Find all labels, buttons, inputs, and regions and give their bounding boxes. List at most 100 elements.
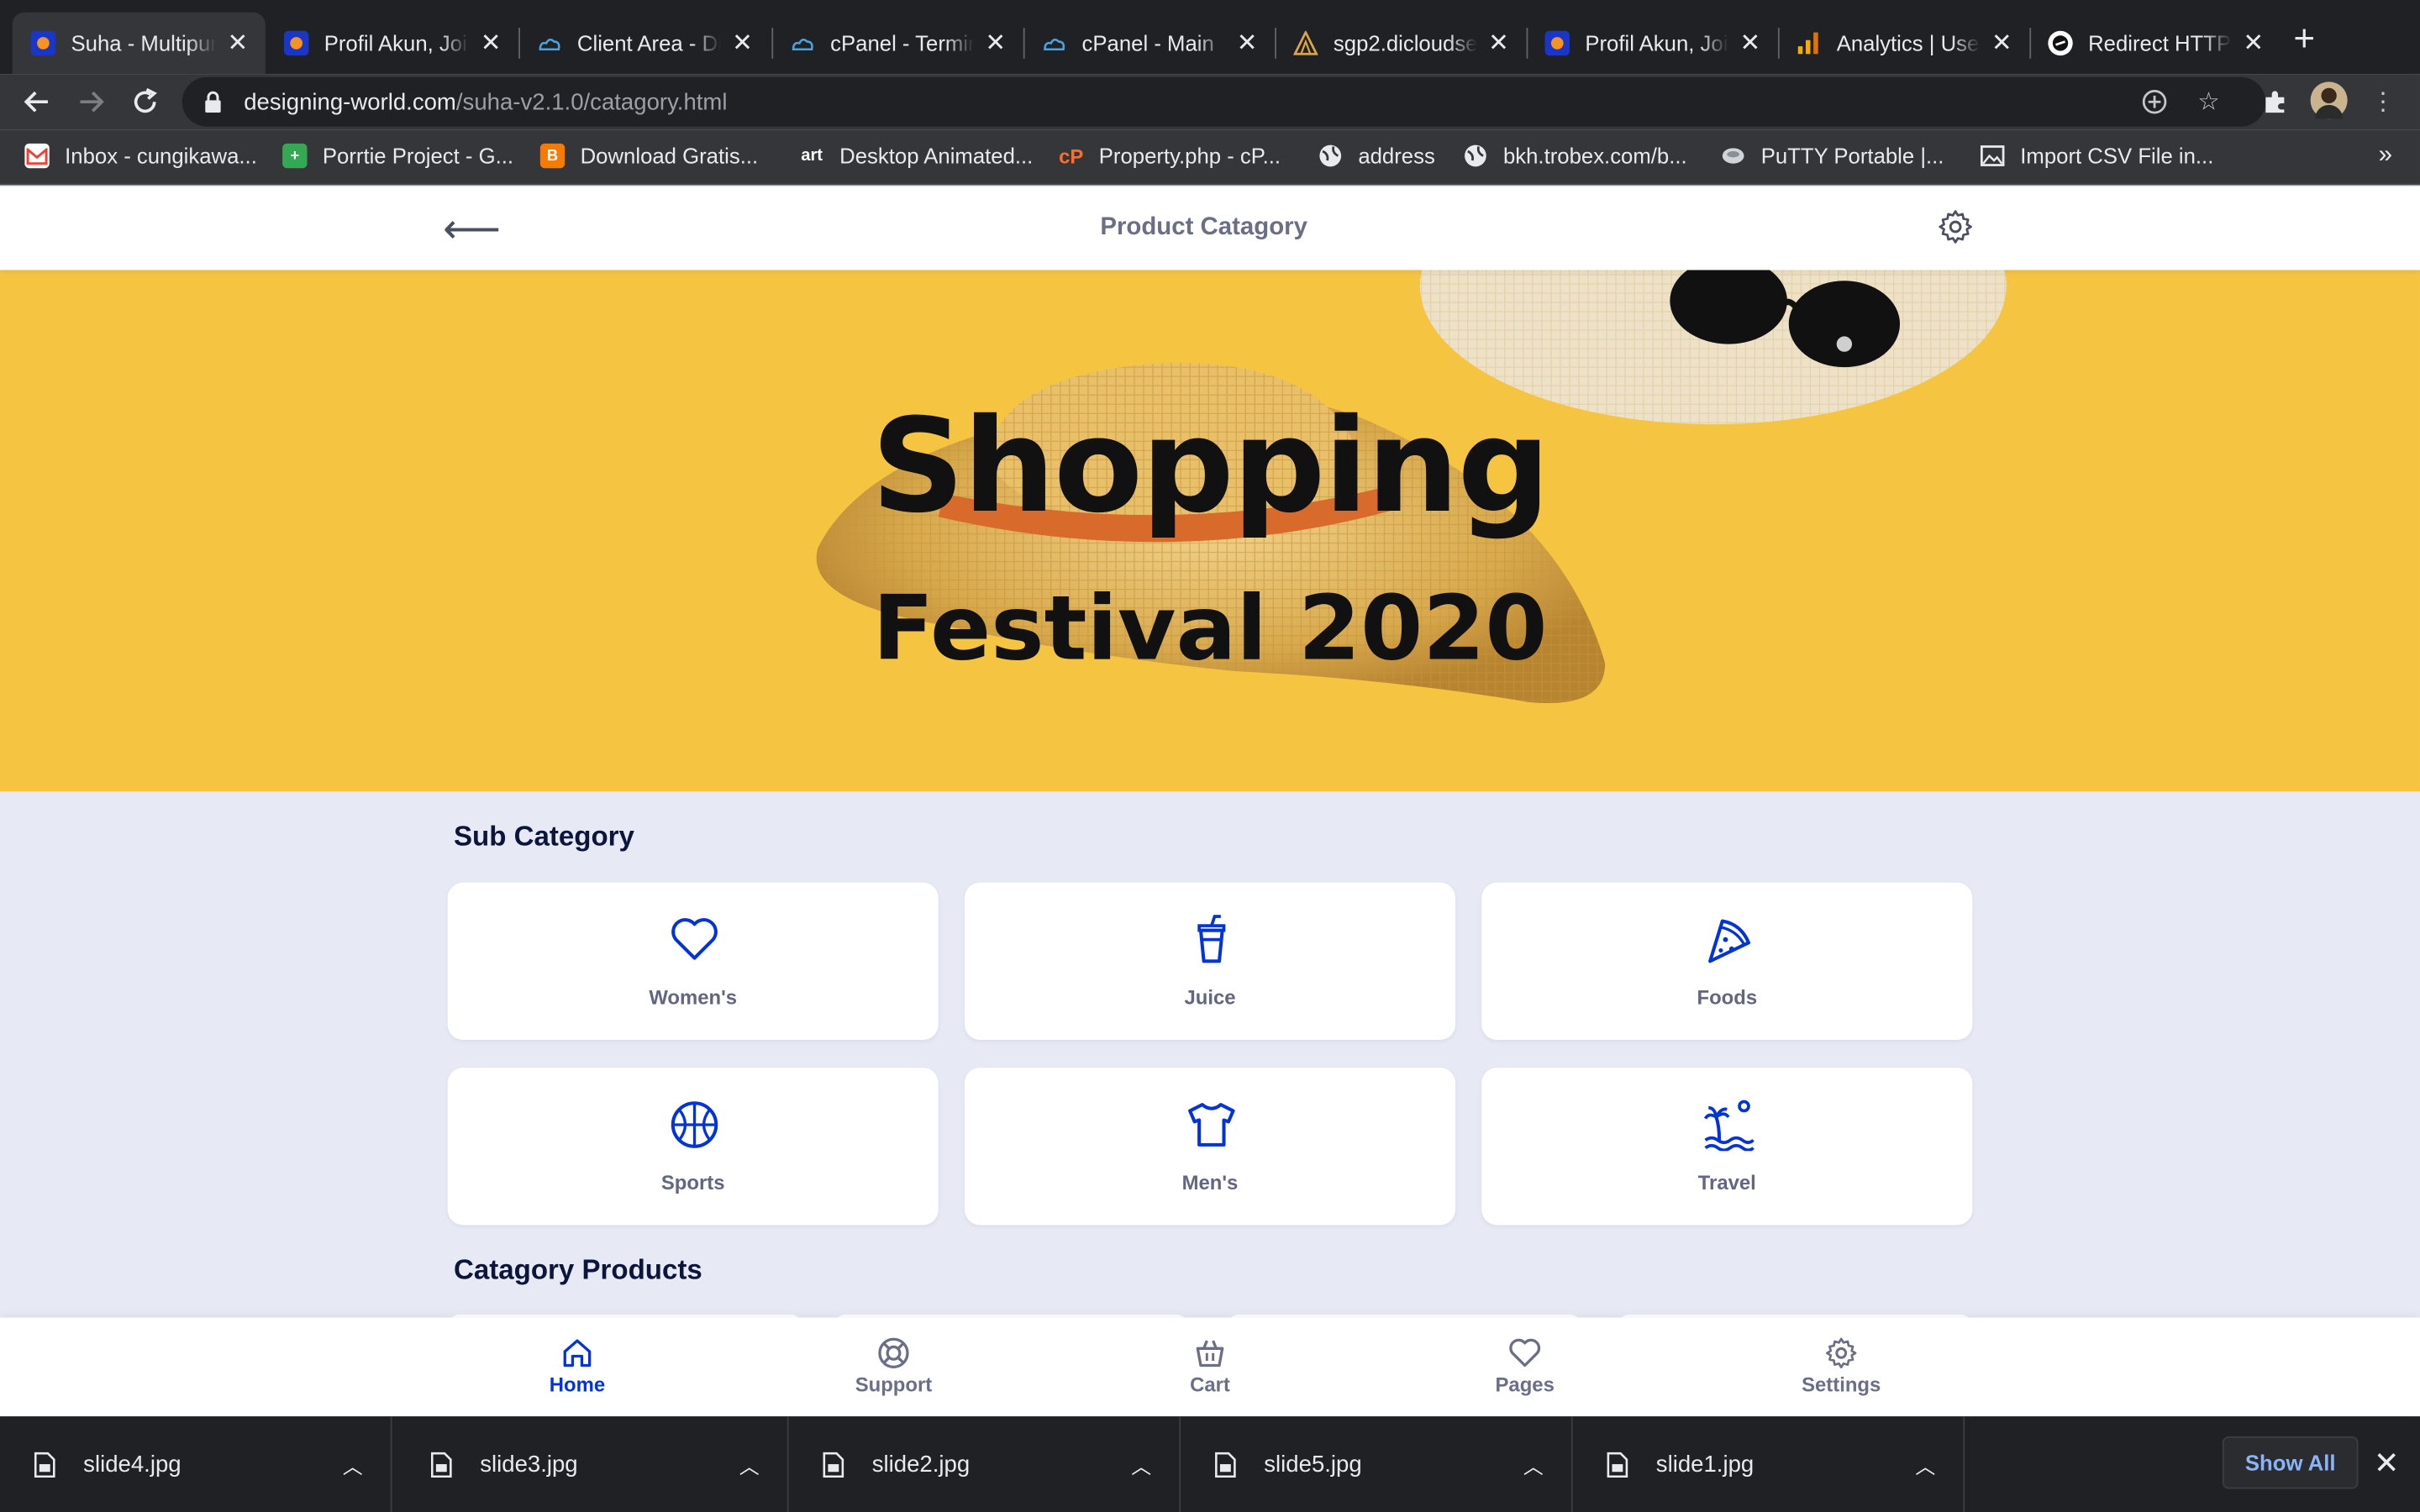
close-icon[interactable]: ✕ bbox=[2374, 1444, 2400, 1483]
tab-title: sgp2.dicloudserver bbox=[1333, 30, 1477, 56]
nav-support[interactable]: Support bbox=[817, 1336, 971, 1397]
bookmark-item[interactable]: bkh.trobex.com/b... bbox=[1463, 144, 1687, 168]
category-card-foods[interactable]: Foods bbox=[1481, 882, 1973, 1040]
analytics-favicon bbox=[1797, 31, 1821, 55]
bookmark-star-icon[interactable]: ☆ bbox=[2193, 87, 2224, 118]
tab-sgp2[interactable]: sgp2.dicloudserver ✕ bbox=[1275, 13, 1526, 74]
profile-avatar[interactable] bbox=[2310, 81, 2348, 119]
chevron-up-icon[interactable]: ︿ bbox=[343, 1451, 363, 1480]
category-card-womens[interactable]: Women's bbox=[447, 882, 939, 1040]
download-filename: slide2.jpg bbox=[871, 1451, 971, 1478]
menu-kebab-icon[interactable]: ⋮ bbox=[2368, 87, 2399, 118]
file-icon bbox=[34, 1451, 55, 1478]
bookmark-label: address bbox=[1358, 143, 1435, 169]
bookmark-item[interactable]: + Porrtie Project - G... bbox=[282, 143, 514, 169]
bookmark-item[interactable]: Import CSV File in... bbox=[1980, 144, 2213, 168]
tshirt-icon bbox=[1188, 1103, 1235, 1147]
nav-label: Support bbox=[855, 1373, 933, 1397]
close-icon[interactable]: ✕ bbox=[478, 28, 502, 59]
bookmark-item[interactable]: address bbox=[1318, 144, 1435, 168]
tab-analytics[interactable]: Analytics | Users ✕ bbox=[1778, 13, 2029, 74]
reload-icon[interactable] bbox=[124, 81, 166, 123]
hero-title-line1: Shopping bbox=[871, 390, 1550, 542]
bookmark-label: Inbox - cungikawa... bbox=[65, 143, 257, 169]
lock-icon bbox=[205, 91, 221, 113]
category-label: Sports bbox=[660, 1171, 725, 1194]
more-bookmarks-chevron-icon[interactable]: » bbox=[2379, 142, 2392, 170]
chevron-up-icon[interactable]: ︿ bbox=[1523, 1451, 1544, 1480]
download-item[interactable]: slide2.jpg ︿ bbox=[789, 1416, 1181, 1512]
back-arrow-icon[interactable] bbox=[15, 81, 58, 123]
bookmark-item[interactable]: PuTTY Portable |... bbox=[1721, 144, 1944, 168]
lifebuoy-icon bbox=[878, 1337, 909, 1368]
install-app-icon[interactable] bbox=[2139, 87, 2170, 118]
tab-cpanel-terminal[interactable]: cPanel - Terminal ✕ bbox=[771, 13, 1023, 74]
download-item[interactable]: slide4.jpg ︿ bbox=[0, 1416, 392, 1512]
download-filename: slide4.jpg bbox=[83, 1451, 182, 1478]
tab-cpanel-main[interactable]: cPanel - Main ✕ bbox=[1023, 13, 1275, 74]
close-icon[interactable]: ✕ bbox=[2241, 28, 2265, 59]
cloud-favicon bbox=[1042, 31, 1066, 55]
close-icon[interactable]: ✕ bbox=[1738, 28, 1762, 59]
close-icon[interactable]: ✕ bbox=[1234, 28, 1259, 59]
forward-arrow-icon[interactable] bbox=[70, 81, 113, 123]
bookmark-label: Porrtie Project - G... bbox=[322, 143, 514, 169]
bookmark-item[interactable]: art Desktop Animated... bbox=[799, 143, 1034, 169]
category-card-travel[interactable]: Travel bbox=[1481, 1068, 1973, 1226]
gear-icon[interactable] bbox=[1937, 208, 1974, 245]
tab-suha[interactable]: Suha - Multipurpose ✕ bbox=[12, 12, 266, 75]
extensions-puzzle-icon[interactable] bbox=[2260, 87, 2291, 118]
hero-banner[interactable]: Shopping Festival 2020 bbox=[0, 270, 2420, 792]
download-filename: slide3.jpg bbox=[480, 1451, 578, 1478]
category-label: Men's bbox=[1181, 1171, 1239, 1194]
nav-cart[interactable]: Cart bbox=[1133, 1336, 1287, 1397]
nav-label: Pages bbox=[1495, 1373, 1555, 1397]
tab-title: Redirect HTTP bbox=[2088, 30, 2232, 56]
close-icon[interactable]: ✕ bbox=[225, 28, 250, 59]
close-icon[interactable]: ✕ bbox=[983, 28, 1007, 59]
download-item[interactable]: slide1.jpg ︿ bbox=[1573, 1416, 1965, 1512]
close-icon[interactable]: ✕ bbox=[1486, 28, 1511, 59]
heart-icon bbox=[671, 918, 718, 960]
category-label: Foods bbox=[1697, 985, 1758, 1010]
bookmark-item[interactable]: cP Property.php - cP... bbox=[1058, 143, 1281, 169]
close-icon[interactable]: ✕ bbox=[1990, 28, 2014, 59]
nav-home[interactable]: Home bbox=[500, 1336, 655, 1396]
category-card-sports[interactable]: Sports bbox=[447, 1068, 939, 1226]
cloud-favicon bbox=[790, 31, 814, 55]
tab-title: Client Area - Dicloud bbox=[576, 30, 721, 56]
tab-redirect[interactable]: Redirect HTTP ✕ bbox=[2029, 13, 2281, 74]
beach-palm-icon bbox=[1703, 1100, 1754, 1152]
tab-title: Profil Akun, Join bbox=[1585, 30, 1729, 56]
tab-profil-akun-2[interactable]: Profil Akun, Join ✕ bbox=[1527, 13, 1778, 74]
nav-label: Cart bbox=[1190, 1373, 1230, 1397]
chevron-up-icon[interactable]: ︿ bbox=[739, 1451, 760, 1480]
bookmark-label: Download Gratis... bbox=[580, 143, 759, 169]
file-icon bbox=[823, 1451, 844, 1478]
globe-icon bbox=[1463, 144, 1487, 168]
chevron-up-icon[interactable]: ︿ bbox=[1915, 1451, 1935, 1480]
gear-icon bbox=[1826, 1337, 1857, 1368]
globe-icon bbox=[1318, 144, 1343, 168]
bookmark-item[interactable]: B Download Gratis... bbox=[539, 143, 759, 169]
tab-profil-akun[interactable]: Profil Akun, Join ✕ bbox=[266, 13, 518, 74]
tab-title: Analytics | Users bbox=[1836, 30, 1981, 56]
nav-pages[interactable]: Pages bbox=[1448, 1336, 1602, 1397]
page-title: Product Catagory bbox=[1100, 214, 1307, 241]
chevron-up-icon[interactable]: ︿ bbox=[1131, 1451, 1151, 1480]
nav-settings[interactable]: Settings bbox=[1764, 1336, 1918, 1396]
download-item[interactable]: slide3.jpg ︿ bbox=[397, 1416, 789, 1512]
suha-favicon bbox=[283, 30, 309, 56]
bookmark-item[interactable]: Inbox - cungikawa... bbox=[24, 143, 257, 169]
download-filename: slide1.jpg bbox=[1655, 1451, 1754, 1478]
bookmark-label: Desktop Animated... bbox=[839, 143, 1034, 169]
show-all-downloads-button[interactable]: Show All bbox=[2222, 1436, 2359, 1489]
close-icon[interactable]: ✕ bbox=[730, 28, 755, 59]
tab-client-area[interactable]: Client Area - Dicloud ✕ bbox=[518, 13, 770, 74]
address-bar[interactable]: designing-world.com/suha-v2.1.0/catagory… bbox=[182, 76, 2266, 127]
file-icon bbox=[430, 1451, 452, 1478]
category-card-juice[interactable]: Juice bbox=[964, 882, 1456, 1040]
new-tab-plus-icon[interactable]: + bbox=[2293, 21, 2315, 59]
category-card-mens[interactable]: Men's bbox=[964, 1068, 1456, 1226]
download-item[interactable]: slide5.jpg ︿ bbox=[1181, 1416, 1573, 1512]
